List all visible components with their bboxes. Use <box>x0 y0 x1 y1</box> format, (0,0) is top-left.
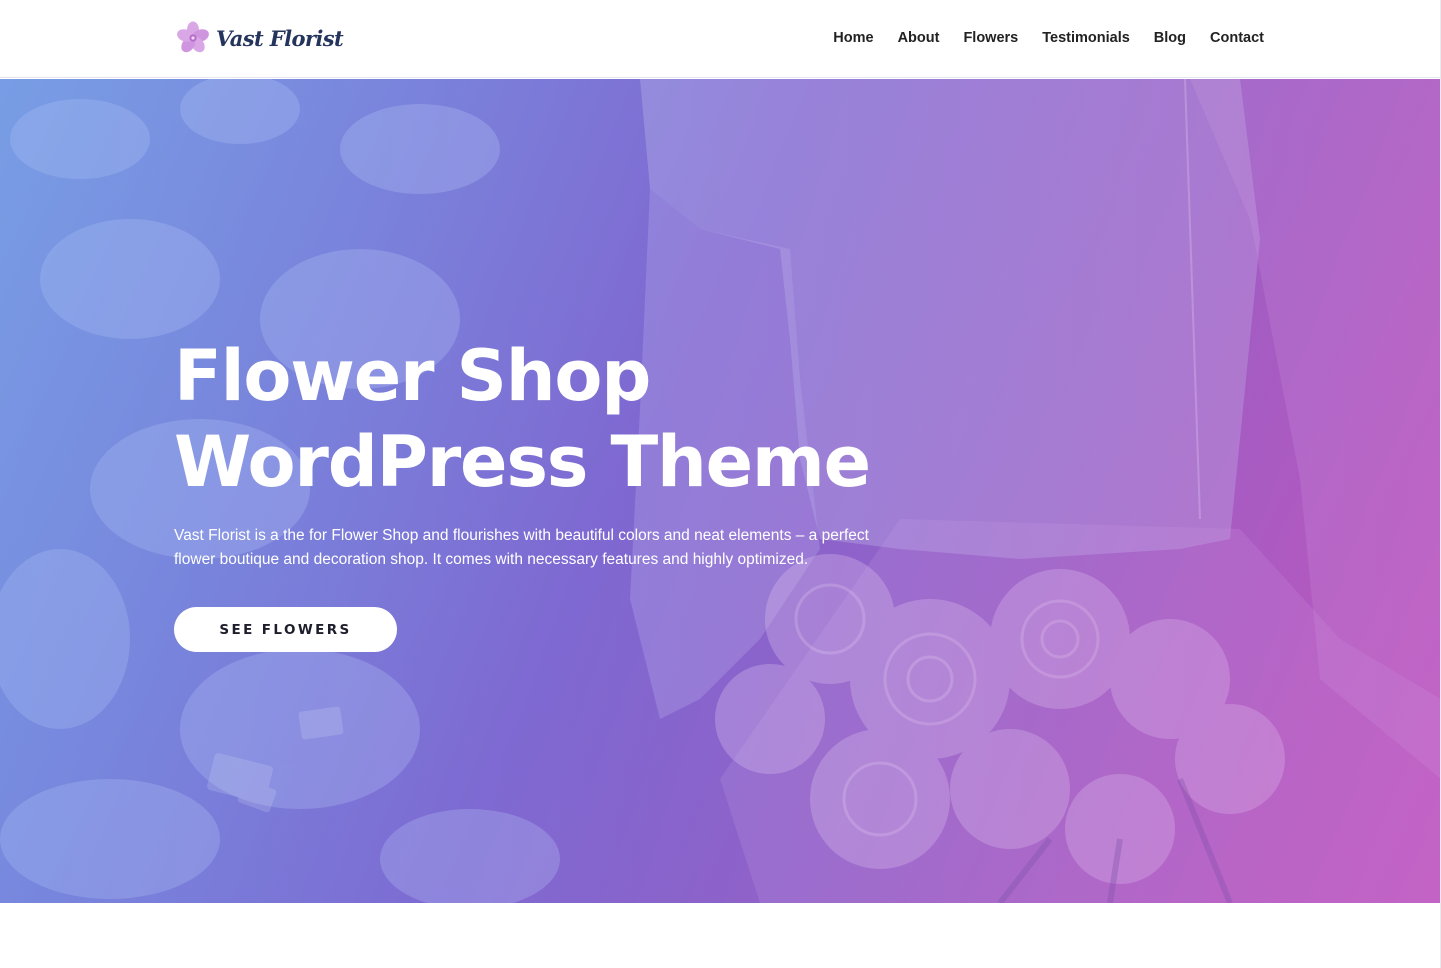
see-flowers-button[interactable]: SEE FLOWERS <box>174 607 397 652</box>
next-section <box>0 903 1441 968</box>
hero-section: Flower Shop WordPress Theme Vast Florist… <box>0 79 1441 903</box>
nav-flowers[interactable]: Flowers <box>963 27 1018 49</box>
nav-home[interactable]: Home <box>833 27 873 49</box>
site-header: Vast Florist Home About Flowers Testimon… <box>0 0 1441 78</box>
nav-blog[interactable]: Blog <box>1154 27 1186 49</box>
nav-about[interactable]: About <box>898 27 940 49</box>
site-name: Vast Florist <box>216 25 344 51</box>
hero-description: Vast Florist is a the for Flower Shop an… <box>174 527 869 568</box>
hero-title: Flower Shop WordPress Theme <box>174 333 934 505</box>
site-logo[interactable]: Vast Florist <box>176 20 344 56</box>
flower-icon <box>177 21 209 53</box>
hero-title-line-1: Flower Shop <box>174 335 651 417</box>
hero-title-line-2: WordPress Theme <box>174 421 871 503</box>
main-navigation: Home About Flowers Testimonials Blog Con… <box>833 27 1264 49</box>
nav-contact[interactable]: Contact <box>1210 27 1264 49</box>
nav-testimonials[interactable]: Testimonials <box>1042 27 1130 49</box>
